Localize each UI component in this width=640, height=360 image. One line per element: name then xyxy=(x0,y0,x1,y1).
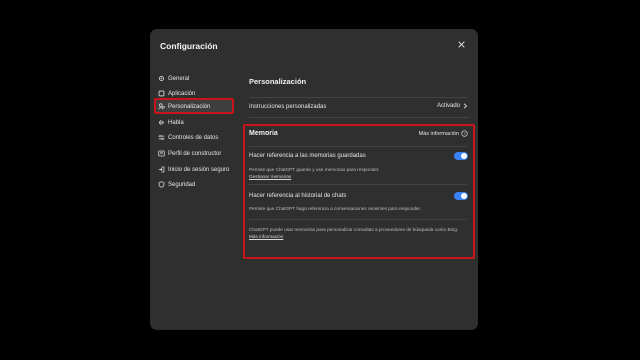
saved-memories-label: Hacer referencia a las memorias guardada… xyxy=(249,153,366,159)
divider xyxy=(249,184,467,185)
app-icon xyxy=(158,90,165,97)
svg-text:?: ? xyxy=(463,131,466,136)
saved-memories-description: Permite que ChatGPT guarde y use memoria… xyxy=(249,167,380,179)
sidebar-item-label: Seguridad xyxy=(168,181,196,188)
divider xyxy=(249,146,467,147)
custom-instructions-value: Activado xyxy=(436,103,460,109)
sidebar-item-controles-datos[interactable]: Controles de datos xyxy=(154,130,234,145)
sidebar-item-label: Perfil de constructor xyxy=(168,150,222,157)
mic-icon xyxy=(158,119,165,126)
sidebar-item-general[interactable]: General xyxy=(154,71,234,86)
settings-dialog: Configuración General Aplicación Persona… xyxy=(150,29,478,330)
footnote-more-info-link[interactable]: Más información xyxy=(249,234,283,239)
annotation-highlight-box xyxy=(154,98,234,114)
divider xyxy=(249,219,467,220)
more-info-link[interactable]: Más información ? xyxy=(419,130,468,137)
section-title: Personalización xyxy=(249,77,307,86)
manage-memories-link[interactable]: Gestionar memorias xyxy=(249,174,291,179)
sidebar-item-label: Inicio de sesión seguro xyxy=(168,166,230,173)
divider xyxy=(249,97,469,98)
memory-footnote: ChatGPT puede usar memorias para persona… xyxy=(249,227,459,239)
sidebar-item-label: Aplicación xyxy=(168,90,196,97)
chat-history-description: Permite que ChatGPT haga referencia a co… xyxy=(249,206,422,211)
more-info-label: Más información xyxy=(418,130,459,137)
custom-instructions-button[interactable]: Activado xyxy=(437,103,468,109)
custom-instructions-label: Instrucciones personalizadas xyxy=(249,104,327,110)
sidebar-item-label: Controles de datos xyxy=(168,134,219,141)
sidebar-item-label: Habla xyxy=(168,119,184,126)
data-icon xyxy=(158,134,165,141)
sidebar-item-perfil-constructor[interactable]: Perfil de constructor xyxy=(154,146,234,161)
login-icon xyxy=(158,166,165,173)
divider xyxy=(249,117,469,118)
saved-memories-toggle[interactable] xyxy=(454,152,468,160)
chat-history-label: Hacer referencia al historial de chats xyxy=(249,193,347,199)
chat-history-toggle[interactable] xyxy=(454,192,468,200)
chevron-right-icon xyxy=(463,103,468,109)
profile-icon xyxy=(158,150,165,157)
sidebar-item-seguridad[interactable]: Seguridad xyxy=(154,177,234,192)
shield-icon xyxy=(158,181,165,188)
sidebar-item-label: General xyxy=(168,75,190,82)
help-icon: ? xyxy=(461,130,468,137)
memory-title: Memoria xyxy=(249,130,278,137)
dialog-title: Configuración xyxy=(160,41,218,51)
sidebar-item-habla[interactable]: Habla xyxy=(154,115,234,130)
gear-icon xyxy=(158,75,165,82)
close-icon xyxy=(457,40,465,48)
sidebar-item-inicio-sesion[interactable]: Inicio de sesión seguro xyxy=(154,162,234,177)
close-button[interactable] xyxy=(456,39,466,49)
